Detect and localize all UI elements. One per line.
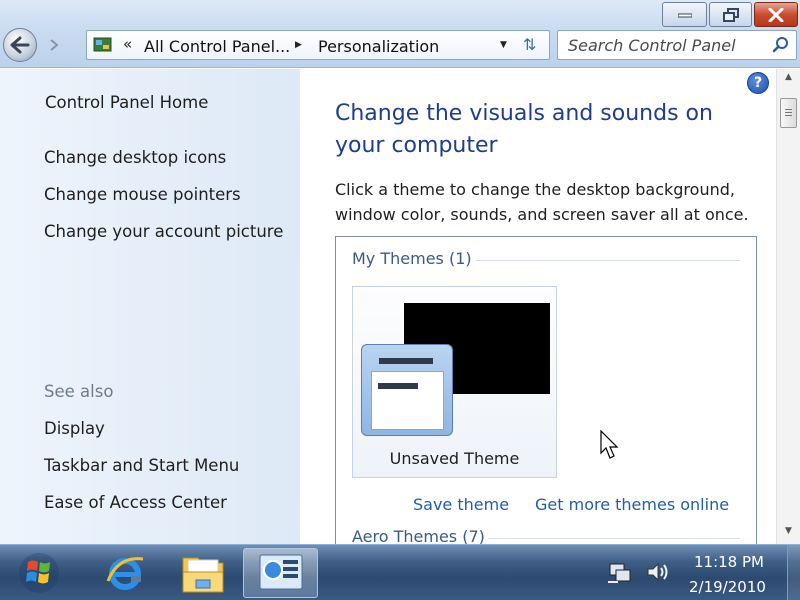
section-divider xyxy=(488,538,740,539)
windows-explorer-icon xyxy=(182,557,224,593)
scroll-up-arrow-icon[interactable]: ▲ xyxy=(781,72,796,84)
preview-title-bar xyxy=(379,358,433,364)
restore-icon xyxy=(722,7,739,22)
nav-change-account-picture[interactable]: Change your account picture xyxy=(44,222,283,241)
theme-name: Unsaved Theme xyxy=(389,449,520,468)
forward-arrow-icon xyxy=(50,39,59,51)
back-button[interactable] xyxy=(3,28,37,62)
page-description: Click a theme to change the desktop back… xyxy=(335,180,749,224)
nav-change-desktop-icons[interactable]: Change desktop icons xyxy=(44,148,226,167)
theme-tile-unsaved[interactable]: Unsaved Theme xyxy=(352,286,557,478)
nav-ease-of-access-center[interactable]: Ease of Access Center xyxy=(44,493,227,512)
taskbar-personalization[interactable] xyxy=(243,548,318,598)
save-theme-link[interactable]: Save theme xyxy=(413,495,509,514)
taskbar: 11:18 PM 2/19/2010 xyxy=(0,544,800,600)
window-titlebar: « All Control Panel... ▶ Personalization… xyxy=(0,0,800,68)
breadcrumb-personalization[interactable]: Personalization xyxy=(318,37,439,56)
nav-control-panel-home[interactable]: Control Panel Home xyxy=(45,93,208,112)
volume-icon[interactable] xyxy=(645,560,671,584)
breadcrumb-overflow-chevron[interactable]: « xyxy=(123,35,132,53)
breadcrumb-separator-icon[interactable]: ▶ xyxy=(295,40,302,50)
main-content: ? Change the visuals and sounds on your … xyxy=(300,69,775,544)
back-arrow-icon xyxy=(10,36,30,54)
mouse-pointer-icon xyxy=(600,430,619,459)
search-input[interactable] xyxy=(558,31,768,59)
address-dropdown-icon[interactable]: ▼ xyxy=(500,40,507,50)
grip-line xyxy=(785,112,792,113)
scroll-down-arrow-icon[interactable]: ▼ xyxy=(781,526,796,538)
grip-line xyxy=(785,109,792,110)
refresh-icon[interactable]: ⇅ xyxy=(523,35,536,54)
preview-text-bar xyxy=(378,383,418,389)
minimize-icon xyxy=(677,13,692,17)
themes-list: My Themes (1) Unsaved Theme Save theme G… xyxy=(335,236,757,544)
vertical-scrollbar[interactable]: ▲ ▼ xyxy=(776,69,800,544)
grip-line xyxy=(785,115,792,116)
section-divider xyxy=(476,260,740,261)
control-panel-icon xyxy=(93,37,112,52)
aero-themes-header: Aero Themes (7) xyxy=(352,527,485,544)
network-icon[interactable] xyxy=(607,561,633,585)
scroll-thumb[interactable] xyxy=(780,98,797,128)
my-themes-header: My Themes (1) xyxy=(352,249,472,268)
close-icon xyxy=(768,7,784,22)
clock-time[interactable]: 11:18 PM xyxy=(694,553,764,571)
nav-change-mouse-pointers[interactable]: Change mouse pointers xyxy=(44,185,241,204)
restore-button[interactable] xyxy=(709,2,752,27)
taskbar-internet-explorer[interactable] xyxy=(90,548,160,598)
minimize-button[interactable] xyxy=(662,2,707,27)
clock-date[interactable]: 2/19/2010 xyxy=(689,578,766,596)
nav-display[interactable]: Display xyxy=(44,419,105,438)
start-orb-icon[interactable] xyxy=(15,551,63,595)
see-also-heading: See also xyxy=(44,382,114,401)
show-desktop-button[interactable] xyxy=(787,545,800,600)
internet-explorer-icon xyxy=(106,557,144,590)
breadcrumb-all-control-panel[interactable]: All Control Panel... xyxy=(144,37,290,56)
page-title: Change the visuals and sounds on your co… xyxy=(335,101,713,158)
preview-window-body xyxy=(371,371,444,430)
personalization-icon xyxy=(259,554,302,590)
taskbar-windows-explorer[interactable] xyxy=(168,548,238,598)
forward-button[interactable] xyxy=(42,34,64,56)
left-navigation-pane: Control Panel Home Change desktop icons … xyxy=(0,69,300,544)
close-button[interactable] xyxy=(754,2,798,27)
get-more-themes-link[interactable]: Get more themes online xyxy=(535,495,729,514)
address-bar[interactable]: « All Control Panel... ▶ Personalization… xyxy=(86,30,550,60)
theme-window-color-preview xyxy=(361,344,453,436)
help-icon[interactable]: ? xyxy=(747,72,769,94)
search-icon[interactable] xyxy=(771,35,791,55)
search-box[interactable] xyxy=(557,30,797,60)
nav-taskbar-start-menu[interactable]: Taskbar and Start Menu xyxy=(44,456,239,475)
